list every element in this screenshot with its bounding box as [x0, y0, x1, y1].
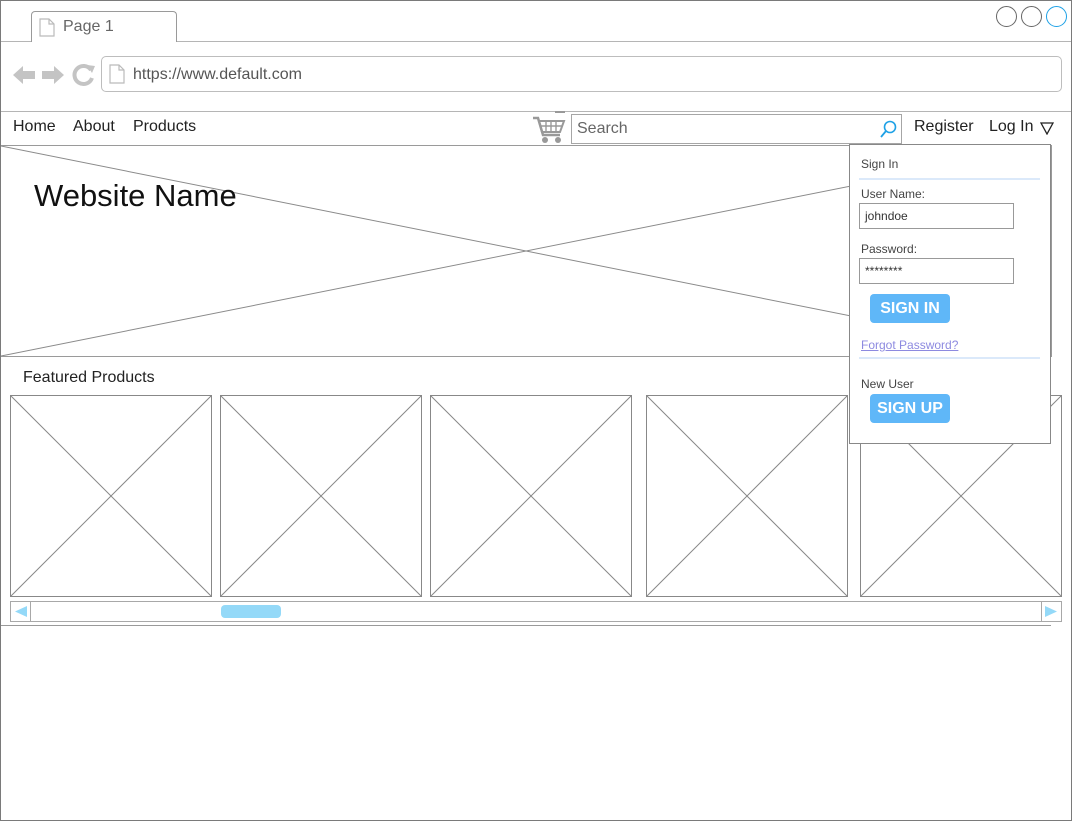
search-input[interactable]: Search [571, 114, 902, 144]
close-button[interactable] [1046, 6, 1067, 27]
divider [859, 178, 1040, 180]
minimize-button[interactable] [996, 6, 1017, 27]
browser-tab[interactable]: Page 1 [31, 11, 177, 42]
scroll-divider [1041, 602, 1042, 621]
sign-in-heading: Sign In [861, 157, 899, 171]
search-icon[interactable] [880, 120, 898, 138]
username-field[interactable]: johndoe [859, 203, 1014, 229]
image-placeholder-icon [646, 395, 848, 597]
horizontal-scrollbar[interactable] [10, 601, 1062, 622]
nav-about[interactable]: About [73, 118, 115, 136]
refresh-icon[interactable] [72, 63, 96, 87]
address-bar[interactable]: https://www.default.com [101, 56, 1062, 92]
login-link[interactable]: Log In [989, 118, 1033, 136]
cart-icon[interactable] [531, 111, 567, 145]
scroll-right-arrow-icon[interactable] [1044, 605, 1058, 618]
product-image-placeholder[interactable] [220, 395, 422, 597]
back-arrow-icon[interactable] [12, 64, 36, 86]
product-image-placeholder[interactable] [10, 395, 212, 597]
url-text: https://www.default.com [133, 66, 302, 83]
forward-arrow-icon[interactable] [41, 64, 65, 86]
triangle-down-icon[interactable] [1040, 121, 1054, 135]
maximize-button[interactable] [1021, 6, 1042, 27]
image-placeholder-icon [430, 395, 632, 597]
content-divider [1, 625, 1051, 626]
username-label: User Name: [861, 187, 926, 201]
image-placeholder-icon [220, 395, 422, 597]
scroll-left-arrow-icon[interactable] [14, 605, 28, 618]
sign-up-button[interactable]: SIGN UP [870, 394, 950, 423]
new-user-label: New User [861, 377, 914, 391]
nav-home[interactable]: Home [13, 118, 56, 136]
password-field[interactable]: ******** [859, 258, 1014, 284]
password-label: Password: [861, 242, 918, 256]
forgot-password-link[interactable]: Forgot Password? [861, 338, 958, 352]
page-icon [39, 18, 55, 37]
image-placeholder-icon [10, 395, 212, 597]
search-placeholder: Search [577, 120, 628, 137]
login-dropdown: Sign In User Name: johndoe Password: ***… [849, 144, 1051, 444]
scroll-divider [30, 602, 31, 621]
nav-products[interactable]: Products [133, 118, 196, 136]
site-name: Website Name [34, 178, 237, 213]
register-link[interactable]: Register [914, 118, 974, 136]
sign-in-button[interactable]: SIGN IN [870, 294, 950, 323]
featured-heading: Featured Products [23, 369, 155, 386]
page-icon [109, 64, 125, 84]
browser-window: Page 1 https://www.default.com Home Abou… [0, 0, 1072, 821]
product-image-placeholder[interactable] [646, 395, 848, 597]
product-image-placeholder[interactable] [430, 395, 632, 597]
tab-title: Page 1 [63, 18, 114, 35]
scroll-thumb[interactable] [221, 605, 281, 618]
divider [859, 357, 1040, 359]
